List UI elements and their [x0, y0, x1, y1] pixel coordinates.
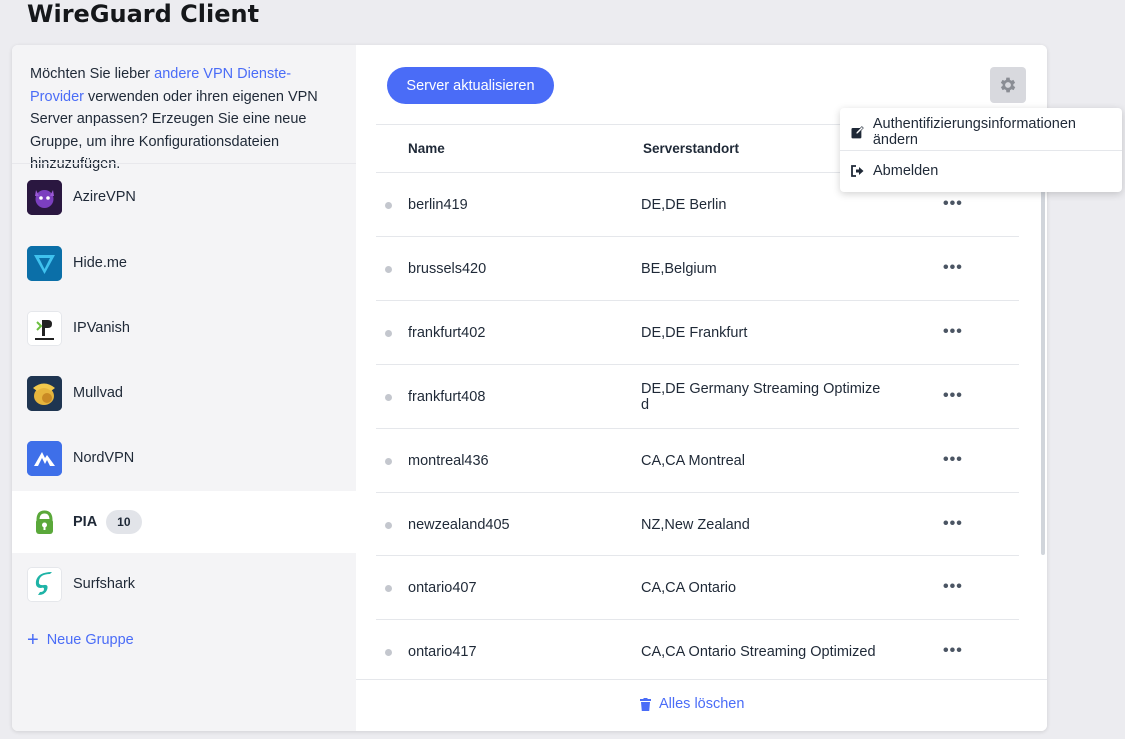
scrollbar[interactable] [1041, 190, 1045, 555]
status-dot [385, 458, 392, 465]
logout-icon [851, 165, 864, 177]
change-auth-menu-item[interactable]: Authentifizierungsinformationen ändern [840, 111, 1122, 153]
new-group-label: Neue Gruppe [46, 632, 134, 648]
table-row[interactable]: ontario417 CA,CA Ontario Streaming Optim… [376, 620, 1019, 684]
mullvad-logo [27, 375, 62, 411]
row-menu-icon[interactable]: ••• [943, 387, 963, 405]
provider-name: Mullvad [73, 385, 123, 401]
sidebar-item-hideme[interactable]: Hide.me [12, 232, 356, 294]
logout-label: Abmelden [873, 163, 939, 179]
row-menu-icon[interactable]: ••• [943, 578, 963, 596]
row-menu-icon[interactable]: ••• [943, 515, 963, 533]
sidebar-item-surfshark[interactable]: Surfshark [12, 553, 356, 615]
new-group-button[interactable]: + Neue Gruppe [27, 630, 134, 650]
sidebar-item-ipvanish[interactable]: IPVanish [12, 297, 356, 359]
change-auth-label: Authentifizierungsinformationen ändern [872, 116, 1076, 148]
logout-menu-item[interactable]: Abmelden [840, 150, 1122, 192]
sidebar-item-nordvpn[interactable]: NordVPN [12, 427, 356, 489]
server-list: berlin419 DE,DE Berlin ••• brussels420 B… [376, 173, 1019, 684]
sidebar-item-mullvad[interactable]: Mullvad [12, 362, 356, 424]
ipvanish-logo [27, 310, 62, 346]
update-servers-button[interactable]: Server aktualisieren [387, 67, 554, 104]
server-location: BE,Belgium [641, 261, 717, 277]
server-location: CA,CA Ontario [641, 580, 737, 596]
clear-all-label: Alles löschen [659, 696, 745, 712]
surfshark-logo [27, 566, 62, 602]
status-dot [385, 522, 392, 529]
sidebar-item-azirevpn[interactable]: AzireVPN [12, 166, 356, 228]
server-name: berlin419 [408, 197, 468, 213]
column-header-location: Serverstandort [643, 141, 740, 156]
column-header-name: Name [408, 141, 445, 156]
server-location: DE,DE Frankfurt [641, 325, 748, 341]
edit-icon [851, 125, 864, 138]
server-name: frankfurt402 [408, 325, 486, 341]
provider-name: NordVPN [73, 450, 135, 466]
status-dot [385, 266, 392, 273]
status-dot [385, 394, 392, 401]
status-dot [385, 649, 392, 656]
provider-name: PIA [73, 514, 98, 530]
app-title: WireGuard Client [27, 0, 260, 28]
plus-icon: + [27, 629, 39, 651]
server-location: NZ,New Zealand [641, 517, 750, 533]
intro-text: Möchten Sie lieber andere VPN Dienste-Pr… [30, 63, 340, 176]
provider-name: Surfshark [73, 576, 136, 592]
server-location: CA,CA Ontario Streaming Optimized [641, 644, 876, 660]
server-name: newzealand405 [408, 517, 510, 533]
provider-name: IPVanish [73, 320, 130, 336]
azirevpn-logo [27, 179, 62, 215]
server-name: montreal436 [408, 453, 489, 469]
server-name: frankfurt408 [408, 389, 486, 405]
nordvpn-logo [27, 440, 62, 476]
table-row[interactable]: frankfurt402 DE,DE Frankfurt ••• [376, 301, 1019, 365]
sidebar: Möchten Sie lieber andere VPN Dienste-Pr… [12, 45, 356, 731]
server-location: DE,DE Germany Streaming Optimized [641, 381, 881, 413]
server-location: CA,CA Montreal [641, 453, 745, 469]
status-dot [385, 202, 392, 209]
table-row[interactable]: ontario407 CA,CA Ontario ••• [376, 556, 1019, 620]
gear-icon [1000, 77, 1016, 93]
row-menu-icon[interactable]: ••• [943, 451, 963, 469]
settings-dropdown: Authentifizierungsinformationen ändern A… [840, 108, 1122, 192]
server-name: brussels420 [408, 261, 487, 277]
pia-logo [27, 504, 62, 540]
provider-name: Hide.me [73, 255, 127, 271]
trash-icon [640, 697, 651, 711]
status-dot [385, 585, 392, 592]
clear-all-button[interactable]: Alles löschen [640, 696, 744, 712]
table-row[interactable]: brussels420 BE,Belgium ••• [376, 237, 1019, 301]
row-menu-icon[interactable]: ••• [943, 323, 963, 341]
row-menu-icon[interactable]: ••• [943, 642, 963, 660]
server-name: ontario417 [408, 644, 477, 660]
status-dot [385, 330, 392, 337]
row-menu-icon[interactable]: ••• [943, 259, 963, 277]
table-row[interactable]: newzealand405 NZ,New Zealand ••• [376, 493, 1019, 556]
table-row[interactable]: frankfurt408 DE,DE Germany Streaming Opt… [376, 365, 1019, 429]
settings-button[interactable] [990, 67, 1026, 103]
intro-before: Möchten Sie lieber [30, 66, 155, 82]
row-menu-icon[interactable]: ••• [943, 195, 963, 213]
table-row[interactable]: montreal436 CA,CA Montreal ••• [376, 429, 1019, 493]
server-name: ontario407 [408, 580, 477, 596]
sidebar-divider [12, 163, 356, 164]
provider-name: AzireVPN [73, 189, 136, 205]
server-count-badge: 10 [106, 510, 142, 534]
sidebar-item-pia[interactable]: PIA 10 [12, 491, 356, 553]
footer-divider [356, 679, 1047, 680]
hideme-logo [27, 245, 62, 281]
server-location: DE,DE Berlin [641, 197, 727, 213]
